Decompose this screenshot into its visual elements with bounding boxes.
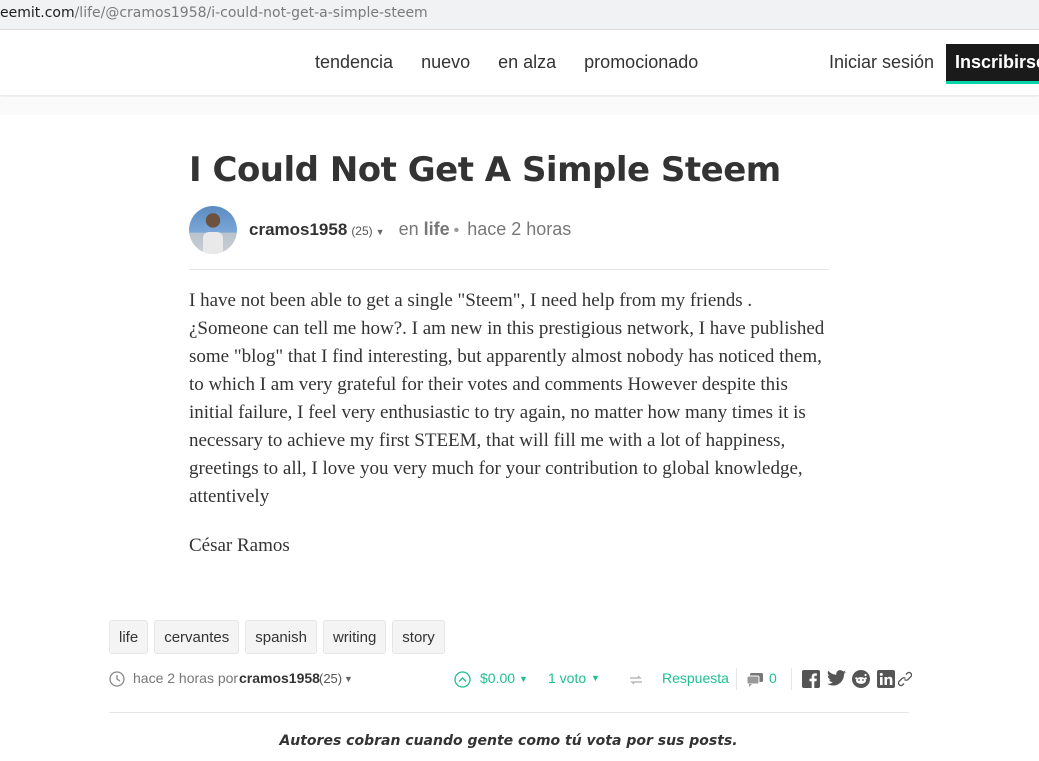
author-name[interactable]: cramos1958: [249, 220, 347, 240]
author-avatar[interactable]: [189, 206, 237, 254]
upvote-icon[interactable]: [454, 671, 471, 691]
separator-dot: •: [453, 222, 460, 239]
category-prefix: en: [398, 219, 419, 239]
footer-time: hace 2 horas por: [133, 670, 239, 686]
footer-separator: [736, 668, 737, 690]
payout-value[interactable]: $0.00: [480, 670, 515, 686]
footer-author[interactable]: cramos1958: [239, 670, 320, 686]
divider: [189, 269, 829, 270]
payout-caret-icon[interactable]: ▼: [519, 674, 528, 684]
url-text[interactable]: eemit.com/life/@cramos1958/i-could-not-g…: [0, 5, 428, 21]
comments-icon[interactable]: [746, 672, 764, 690]
tag-spanish[interactable]: spanish: [245, 620, 317, 654]
reply-link[interactable]: Respuesta: [662, 670, 729, 686]
main-nav: tendencia nuevo en alza promocionado: [315, 52, 698, 73]
tag-cervantes[interactable]: cervantes: [154, 620, 240, 654]
post-title: I Could Not Get A Simple Steem: [189, 150, 781, 190]
footer-author-caret-icon[interactable]: ▼: [344, 674, 353, 684]
comments-count[interactable]: 0: [769, 670, 777, 686]
votes-caret-icon[interactable]: ▼: [591, 673, 600, 683]
tag-list: life cervantes spanish writing story: [109, 620, 445, 654]
footer-author-reputation: (25): [319, 671, 343, 686]
nav-hot[interactable]: en alza: [498, 52, 556, 73]
nav-promoted[interactable]: promocionado: [584, 52, 698, 73]
facebook-share-icon[interactable]: [802, 670, 820, 691]
votes-count[interactable]: 1 voto: [548, 670, 586, 686]
tag-story[interactable]: story: [392, 620, 445, 654]
nav-new[interactable]: nuevo: [421, 52, 470, 73]
nav-trending[interactable]: tendencia: [315, 52, 393, 73]
signup-button[interactable]: Inscribirse: [946, 44, 1039, 84]
login-link[interactable]: Iniciar sesión: [829, 52, 934, 73]
footer-divider: [109, 712, 909, 713]
post-author-line: cramos1958 (25) ▼ en life • hace 2 horas: [249, 219, 571, 240]
header-shadow-strip: [0, 97, 1039, 115]
post-time: hace 2 horas: [467, 219, 572, 239]
tag-writing[interactable]: writing: [322, 620, 387, 654]
post-body: I have not been able to get a single "St…: [189, 290, 825, 507]
post-footer: hace 2 horas por cramos1958 (25) ▼ $0.00…: [109, 668, 913, 691]
browser-url-bar[interactable]: eemit.com/life/@cramos1958/i-could-not-g…: [0, 0, 1039, 30]
promo-text: Autores cobran cuando gente como tú vota…: [279, 733, 738, 749]
tag-life[interactable]: life: [109, 620, 149, 654]
copy-link-icon[interactable]: [897, 671, 913, 690]
author-reputation: (25): [351, 224, 373, 238]
post-signature: César Ramos: [189, 535, 290, 556]
reddit-share-icon[interactable]: [852, 670, 870, 691]
url-host: eemit.com: [0, 5, 75, 21]
author-dropdown-caret-icon[interactable]: ▼: [376, 227, 385, 237]
twitter-share-icon[interactable]: [827, 670, 846, 689]
clock-icon: [109, 671, 125, 690]
url-path: /life/@cramos1958/i-could-not-get-a-simp…: [74, 5, 428, 21]
linkedin-share-icon[interactable]: [877, 670, 895, 691]
site-header: tendencia nuevo en alza promocionado Ini…: [0, 30, 1039, 96]
footer-separator: [791, 668, 792, 690]
reblog-icon[interactable]: [628, 673, 644, 690]
category-link[interactable]: life: [424, 219, 450, 240]
